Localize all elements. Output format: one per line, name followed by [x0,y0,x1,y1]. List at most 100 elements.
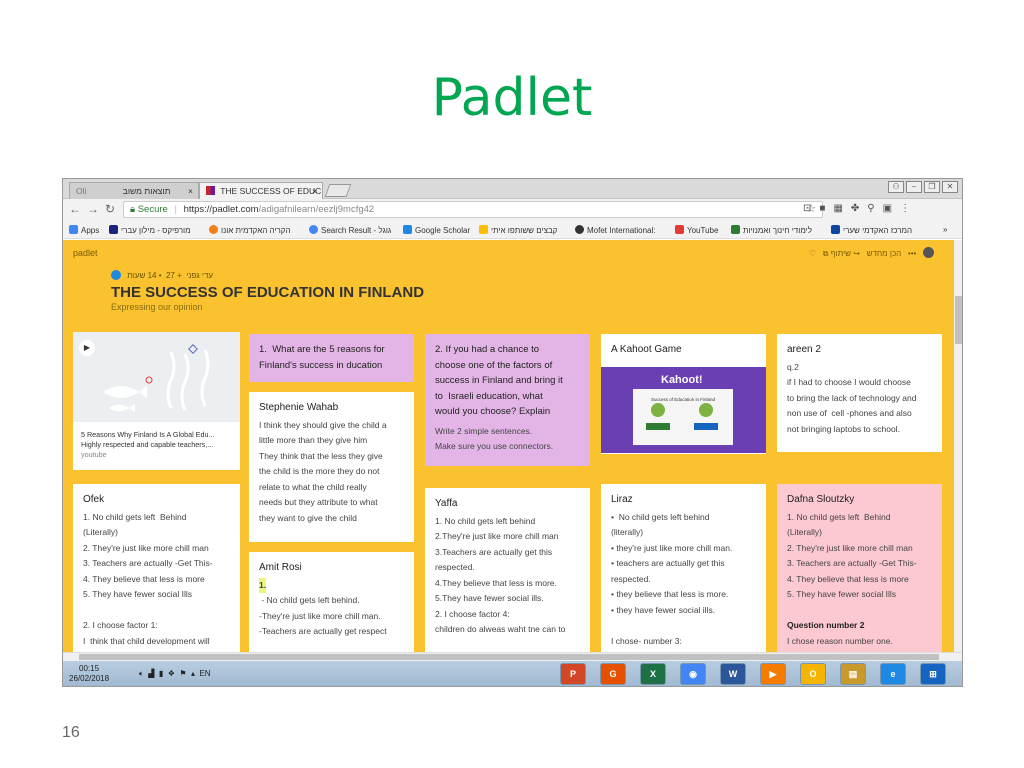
post-card-areen[interactable]: areen 2 q.2 if I had to choose I would cho… [777,334,942,452]
author-avatar-icon [111,270,121,280]
taskbar-app-icon[interactable]: ◉ [680,663,706,685]
url-separator: | [174,204,177,215]
padlet-logo[interactable]: padlet [73,248,98,258]
bookmark-morfix[interactable]: מורפיקס - מילון עברי [109,225,191,235]
drive-icon [479,225,488,234]
close-tab-icon[interactable]: × [312,183,317,199]
taskbar-app-icon[interactable]: P [560,663,586,685]
system-clock[interactable]: 00:15 26/02/2018 [69,664,109,684]
share-button[interactable]: שיתוף [831,249,851,258]
taskbar-app-icon[interactable]: ⊞ [920,663,946,685]
close-window-button[interactable]: ✕ [942,181,958,193]
tab-padlet[interactable]: THE SUCCESS OF EDUC × [199,182,323,199]
close-tab-icon[interactable]: × [188,183,193,199]
taskbar-app-icon[interactable]: ▶ [760,663,786,685]
forward-arrow-icon[interactable]: → [87,202,99,216]
bookmark-mofet[interactable]: Mofet International: [575,225,655,235]
bookmark-google-scholar[interactable]: Google Scholar [403,225,470,235]
slide-page-number: 16 [62,724,80,741]
bookmark-ono[interactable]: הקריה האקדמית אונו [209,225,291,235]
card-text-line: Finland's success in ducation [259,359,383,371]
clock-date: 26/02/2018 [69,674,110,683]
office-extension-icon[interactable]: ■ [819,203,825,214]
bookmark-apps[interactable]: Apps [69,225,99,235]
scrollbar-thumb[interactable] [955,296,962,344]
post-card-yaffa[interactable]: Yaffa 1. No child gets left behind 2.They'… [425,488,590,652]
card-header: Stephenie Wahab [259,402,339,413]
search-extension-icon[interactable]: ⚲ [867,203,874,214]
address-bar[interactable]: 🔒︎ Secure | https://padlet.com/adigafnil… [123,201,823,218]
translate-icon[interactable]: ⊡ [803,203,811,214]
share-icon[interactable]: ↪ [853,249,860,258]
padlet-toolbar: ♡ ⧉ הכן מחדש ↪ שיתוף ••• [809,247,934,259]
more-options-button[interactable]: ••• [908,249,916,258]
post-card-stephenie[interactable]: Stephenie Wahab I think they should give … [249,392,414,542]
remake-icon[interactable]: ⧉ [823,249,829,258]
card-text-line: (Literally) [787,527,822,537]
restore-button[interactable]: ❐ [924,181,940,193]
bookmark-search-result[interactable]: Search Result - גוגל [309,225,391,235]
extension-icon[interactable]: ▦ [833,203,842,214]
post-card-liraz[interactable]: Liraz • No child gets left behind (literal… [601,484,766,652]
kahoot-preview-image[interactable]: Kahoot! Success of Education in Finland [601,367,766,453]
remake-button[interactable]: הכן מחדש [867,249,902,258]
card-text-line: 1. No child gets left behind [435,515,536,526]
taskbar-app-icon[interactable]: e [880,663,906,685]
vertical-scrollbar[interactable] [954,240,962,652]
bookmark-education-arts[interactable]: לימודי חינוך ואמנויות [731,225,812,235]
volume-icon[interactable]: 🔈︎ [139,669,144,678]
post-card-question-1[interactable]: 1. What are the 5 reasons for Finland's s… [249,334,414,382]
dropbox-icon[interactable]: ❖ [168,669,175,678]
fish-illustration-icon [103,344,210,412]
card-text-line: needs but they attribute to what [259,497,378,507]
card-text-line: Question number 2 [787,620,865,630]
flag-icon[interactable]: ⚑ [179,669,186,678]
taskbar-app-icon[interactable]: X [640,663,666,685]
card-text-line: respected. [435,562,475,572]
minimize-button[interactable]: – [906,181,922,193]
tab-feedback-results[interactable]: Oli תוצאות משוב × [69,182,199,199]
author-name: עדי גפני [186,271,214,280]
post-card-kahoot[interactable]: A Kahoot Game Kahoot! Success of Education… [601,334,766,454]
language-indicator[interactable]: EN [199,669,210,678]
bookmark-youtube[interactable]: YouTube [675,225,718,235]
card-text-line: 2. I choose factor 1: [83,620,158,630]
card-text-line: 2.They're just like more chill man [435,531,559,541]
video-card[interactable]: ▶ 5 Reasons Why Finland Is A Global Edu.… [73,332,240,470]
card-text-line: children do alweas waht tne can to [435,624,566,634]
card-text-line: 3.Teachers are actually get this [435,546,553,557]
bookmark-shared-files[interactable]: קבצים ששותפו איתי [479,225,557,235]
tray-expand-icon[interactable]: ▴ [191,669,195,678]
taskbar-app-icon[interactable]: O [800,663,826,685]
reader-extension-icon[interactable]: ▣ [883,203,892,214]
card-text-line: would you choose? Explain [435,406,551,417]
new-tab-button[interactable] [324,184,352,197]
battery-icon[interactable]: ▮ [159,669,163,678]
card-text-line: if I had to choose I would choose [787,377,911,387]
taskbar-app-icon[interactable]: ▤ [840,663,866,685]
padlet-title: THE SUCCESS OF EDUCATION IN FINLAND [111,284,425,301]
reload-icon[interactable]: ↻ [105,202,115,216]
card-text-line: to bring the lack of technology and [787,392,917,403]
post-card-amit[interactable]: Amit Rosi 1. - No child gets left behind.… [249,552,414,652]
post-card-ofek[interactable]: Ofek 1. No child gets left Behind (Literal… [73,484,240,652]
scrollbar-thumb[interactable] [79,654,939,660]
secure-label: Secure [137,204,168,215]
play-icon[interactable]: ▶ [79,340,95,356]
taskbar-app-icon[interactable]: W [720,663,746,685]
horizontal-scrollbar[interactable] [63,652,962,661]
account-avatar-icon[interactable] [923,247,934,258]
bookmarks-overflow-button[interactable]: » [943,225,947,234]
card-text-line [83,603,230,619]
kahoot-play-button [694,423,718,430]
user-icon[interactable]: ⚇ [888,181,904,193]
android-extension-icon[interactable]: ✤ [851,203,859,214]
taskbar-app-icon[interactable]: G [600,663,626,685]
network-icon[interactable]: ▟ [148,669,154,678]
post-card-question-2[interactable]: 2. If you had a chance to choose one of t… [425,334,590,466]
post-card-dafna[interactable]: Dafna Sloutzky 1. No child gets left Behi… [777,484,942,652]
bookmark-academic-center[interactable]: המרכז האקדמי שערי [831,225,912,235]
heart-icon[interactable]: ♡ [809,249,816,258]
back-arrow-icon[interactable]: ← [69,202,81,216]
menu-kebab-icon[interactable]: ⋮ [900,203,910,214]
